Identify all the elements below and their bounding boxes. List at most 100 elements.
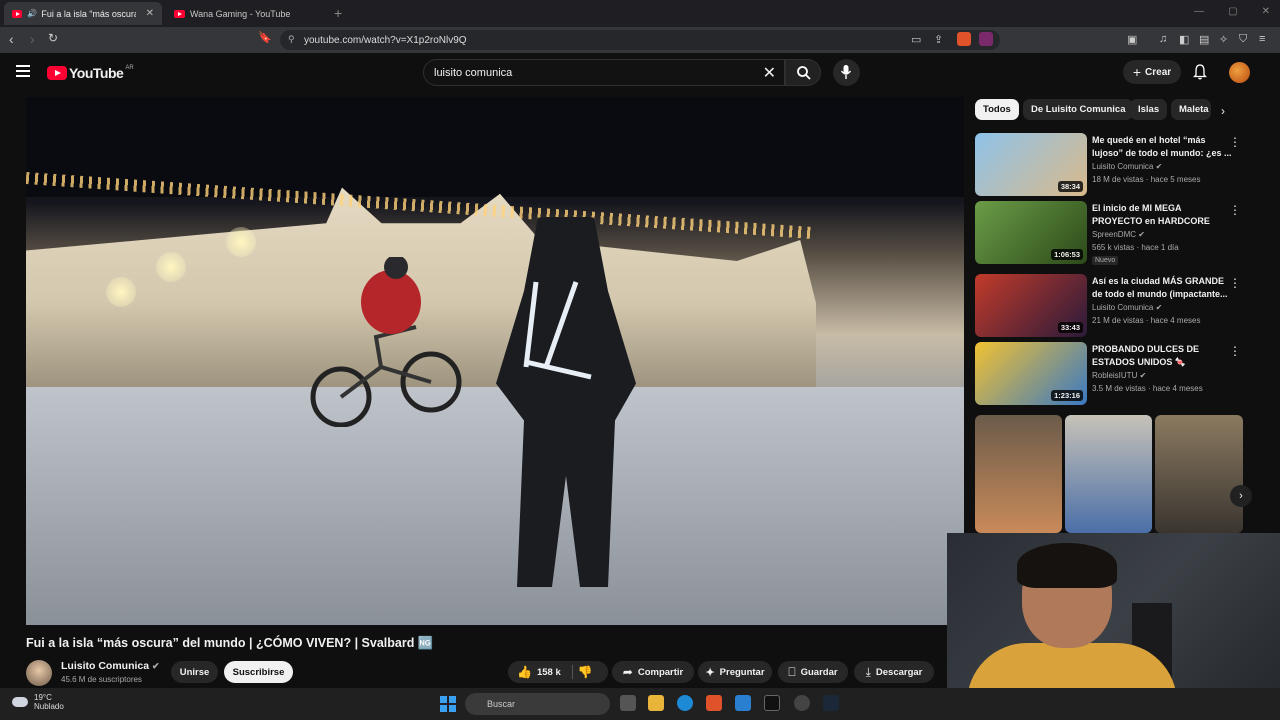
new-badge: Nuevo: [1092, 256, 1119, 265]
subscribe-button[interactable]: Suscribirse: [224, 661, 293, 683]
edge-icon[interactable]: [677, 695, 693, 711]
recommendation-channel[interactable]: RobleisIUTU ✔: [1092, 371, 1146, 380]
chip-de-luisito-comunica[interactable]: De Luisito Comunica: [1023, 99, 1134, 120]
reader-icon[interactable]: ◧: [1179, 33, 1189, 46]
video-duration: 1:23:16: [1051, 390, 1083, 401]
shorts-next-icon[interactable]: ›: [1230, 485, 1252, 507]
recommendation-item[interactable]: 1:06:53 El inicio de MI MEGA PROYECTO en…: [975, 201, 1245, 265]
youtube-logo[interactable]: YouTube AR: [47, 65, 134, 81]
video-thumbnail[interactable]: 1:06:53: [975, 201, 1087, 264]
reload-icon[interactable]: ↻: [48, 31, 58, 45]
chips-next-icon[interactable]: ›: [1221, 104, 1225, 118]
url-text: youtube.com/watch?v=X1p2roNlv9Q: [304, 35, 467, 46]
short-thumbnail[interactable]: [1065, 415, 1152, 533]
minimize-icon[interactable]: —: [1194, 6, 1204, 17]
video-thumbnail[interactable]: 33:43: [975, 274, 1087, 337]
close-window-icon[interactable]: ✕: [1262, 6, 1270, 17]
save-label: Guardar: [800, 666, 838, 678]
vpn-icon[interactable]: ⛉: [1239, 33, 1247, 46]
new-tab-button[interactable]: +: [334, 5, 342, 21]
short-thumbnail[interactable]: [1155, 415, 1243, 533]
search-input[interactable]: luisito comunica ✕: [423, 59, 785, 86]
more-options-icon[interactable]: ⋮: [1229, 276, 1241, 290]
file-explorer-icon[interactable]: [648, 695, 664, 711]
download-label: Descargar: [875, 666, 923, 678]
taskbar-search[interactable]: Buscar: [465, 693, 610, 715]
video-thumbnail[interactable]: 38:34: [975, 133, 1087, 196]
weather-widget[interactable]: 19°C Nublado: [12, 693, 64, 711]
task-view-icon[interactable]: [620, 695, 636, 711]
capcut-icon[interactable]: [764, 695, 780, 711]
notifications-bell-icon[interactable]: [1193, 64, 1207, 80]
menu-icon[interactable]: ≡: [1259, 33, 1265, 45]
close-tab-icon[interactable]: ✕: [146, 8, 154, 19]
wallet-icon[interactable]: ▤: [1199, 33, 1209, 46]
chip-todos[interactable]: Todos: [975, 99, 1019, 120]
like-button[interactable]: 👍 158 k: [517, 665, 561, 679]
voice-search-button[interactable]: [833, 59, 860, 86]
create-button[interactable]: + Crear: [1123, 60, 1181, 84]
webcam-hair: [1017, 543, 1117, 588]
video-duration: 38:34: [1057, 181, 1083, 192]
search-button[interactable]: [785, 59, 821, 86]
join-button[interactable]: Unirse: [171, 661, 218, 683]
leo-icon[interactable]: ✧: [1219, 33, 1228, 46]
clear-search-icon[interactable]: ✕: [763, 63, 776, 83]
back-icon[interactable]: ‹: [9, 31, 14, 47]
recommendation-title[interactable]: Me quedé en el hotel “más lujoso” de tod…: [1092, 134, 1232, 160]
video-thumbnail[interactable]: 1:23:16: [975, 342, 1087, 405]
more-options-icon[interactable]: ⋮: [1229, 203, 1241, 217]
share-button[interactable]: ➦ Compartir: [612, 661, 694, 683]
tab-active-video[interactable]: 🔊 Fui a la isla “más oscura” del ✕: [4, 2, 162, 25]
ask-button[interactable]: ✦ Preguntar: [698, 661, 772, 683]
recommendation-item[interactable]: 1:23:16 PROBANDO DULCES DE ESTADOS UNIDO…: [975, 342, 1245, 406]
recommendation-channel[interactable]: SpreenDMC ✔: [1092, 230, 1145, 239]
recommendation-channel[interactable]: Luisito Comunica ✔: [1092, 303, 1162, 312]
obs-icon[interactable]: [794, 695, 810, 711]
channel-avatar[interactable]: [26, 660, 52, 686]
recommendation-title[interactable]: Así es la ciudad MÁS GRANDE de todo el m…: [1092, 275, 1232, 301]
windows-start-icon[interactable]: [440, 696, 456, 712]
cast-icon[interactable]: ▭: [911, 33, 921, 46]
temperature: 19°C: [34, 693, 52, 702]
hamburger-menu-icon[interactable]: [16, 65, 30, 77]
window-controls: — ▢ ✕: [1194, 6, 1270, 17]
more-options-icon[interactable]: ⋮: [1229, 135, 1241, 149]
tab-wana-gaming[interactable]: Wana Gaming - YouTube: [166, 2, 326, 25]
recommendation-item[interactable]: 33:43 Así es la ciudad MÁS GRANDE de tod…: [975, 274, 1245, 338]
steam-icon[interactable]: [823, 695, 839, 711]
video-frame-reflective-vest: [523, 281, 592, 380]
channel-name[interactable]: Luisito Comunica ✔: [61, 660, 160, 672]
account-avatar[interactable]: [1229, 62, 1250, 83]
recommendation-title[interactable]: El inicio de MI MEGA PROYECTO en HARDCOR…: [1092, 202, 1232, 228]
video-player[interactable]: [26, 97, 964, 625]
share-page-icon[interactable]: ⇪: [934, 33, 943, 46]
more-options-icon[interactable]: ⋮: [1229, 344, 1241, 358]
chip-islas[interactable]: Islas: [1130, 99, 1168, 120]
recommendation-title[interactable]: PROBANDO DULCES DE ESTADOS UNIDOS 🍬: [1092, 343, 1232, 369]
chip-maleta[interactable]: Maleta: [1171, 99, 1211, 120]
brave-icon[interactable]: [706, 695, 722, 711]
maximize-icon[interactable]: ▢: [1228, 6, 1237, 17]
short-thumbnail[interactable]: [975, 415, 1062, 533]
rewards-icon[interactable]: [979, 32, 993, 46]
youtube-favicon-icon: [12, 9, 23, 18]
music-icon[interactable]: ♫: [1159, 33, 1167, 45]
microphone-icon: [840, 65, 852, 79]
bookmark-icon[interactable]: 🔖: [258, 31, 272, 44]
save-button[interactable]: ⎕ Guardar: [778, 661, 848, 683]
recommendation-item[interactable]: 38:34 Me quedé en el hotel “más lujoso” …: [975, 133, 1245, 197]
logo-text: YouTube: [69, 65, 124, 81]
channel-text: SpreenDMC: [1092, 230, 1137, 239]
store-icon[interactable]: [735, 695, 751, 711]
recommendation-channel[interactable]: Luisito Comunica ✔: [1092, 162, 1162, 171]
site-info-icon[interactable]: ⚲: [288, 34, 295, 45]
windows-taskbar: 19°C Nublado Buscar: [0, 688, 1280, 720]
dislike-button[interactable]: 👎: [578, 665, 593, 679]
brave-shield-icon[interactable]: [957, 32, 971, 46]
sidebar-icon[interactable]: ▣: [1127, 33, 1137, 46]
verified-icon: ✔: [1139, 371, 1147, 380]
url-field[interactable]: ⚲ youtube.com/watch?v=X1p2roNlv9Q: [280, 30, 1000, 50]
download-button[interactable]: ⤓ Descargar: [854, 661, 934, 683]
forward-icon[interactable]: ›: [30, 31, 35, 47]
